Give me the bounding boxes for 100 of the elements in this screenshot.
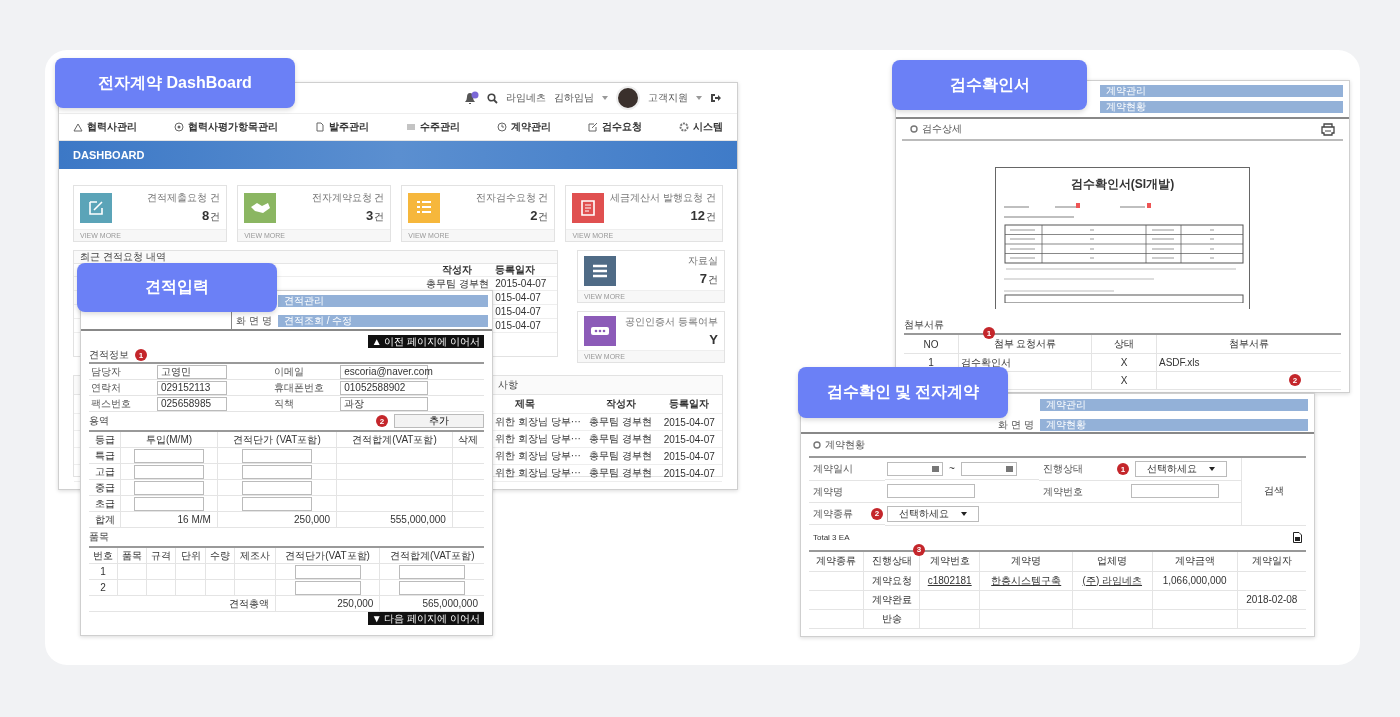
column-header: 첨부서류 xyxy=(1156,335,1341,354)
caption-label: 견적입력 xyxy=(77,263,277,312)
input-field[interactable] xyxy=(134,448,204,463)
table-cell: 계약완료 xyxy=(871,593,912,605)
column-header: 작성자 xyxy=(441,263,474,277)
calendar-icon[interactable] xyxy=(1005,465,1013,472)
status-cell: X xyxy=(1120,375,1128,386)
input-field[interactable]: 029152113 xyxy=(157,380,227,395)
status-select[interactable]: 선택하세요 xyxy=(1135,461,1227,477)
next-page-button[interactable]: ▼ 다음 페이지에 이어서 xyxy=(367,612,484,625)
input-field[interactable] xyxy=(399,580,466,595)
date-field[interactable] xyxy=(960,461,1017,476)
status-cell: X xyxy=(1120,357,1128,368)
input-field[interactable] xyxy=(242,480,313,495)
input-field[interactable] xyxy=(1131,484,1219,498)
nav-item[interactable]: 협력사관리 xyxy=(73,120,137,134)
file-link[interactable]: ASDF.xls xyxy=(1159,357,1200,368)
stat-count: 2건 xyxy=(530,208,549,224)
vendor-link[interactable]: (주) 라임네츠 xyxy=(1082,574,1143,586)
column-header: 계약금액 xyxy=(1152,550,1238,571)
column-header: 작성자 xyxy=(604,397,637,411)
input-field[interactable]: 01052588902 xyxy=(340,380,429,395)
stat-title: 전자검수요청 건 xyxy=(475,191,549,205)
logout-icon[interactable] xyxy=(710,93,721,103)
step-badge: 2 xyxy=(1289,374,1301,386)
input-field[interactable]: 025658985 xyxy=(157,396,227,411)
table-cell-text: 2015-04-07 xyxy=(662,467,716,479)
column-header: 견적단가 (VAT포함) xyxy=(217,432,337,448)
section-title: 견적정보 xyxy=(89,348,129,362)
menu-bar: 계약관리 xyxy=(1040,399,1308,411)
settings-icon xyxy=(679,122,689,132)
avatar-icon[interactable] xyxy=(616,86,640,110)
type-select[interactable]: 선택하세요 xyxy=(887,505,979,522)
input-field[interactable] xyxy=(294,580,361,595)
table-cell: 16 M/M xyxy=(120,511,218,528)
bell-icon[interactable] xyxy=(463,91,479,105)
contract-name-link[interactable]: 한층시스템구축 xyxy=(991,574,1062,586)
input-field[interactable] xyxy=(242,496,313,511)
input-field[interactable] xyxy=(294,564,361,579)
caption-label: 검수확인 및 전자계약 xyxy=(798,367,1008,418)
column-header: 견적합계(VAT포함) xyxy=(336,432,453,448)
caret-icon[interactable] xyxy=(602,96,608,100)
nav-item[interactable]: 시스템 xyxy=(679,120,723,134)
previous-page-button[interactable]: ▲ 이전 페이지에 이어서 xyxy=(367,335,484,348)
table-cell: 1,066,000,000 xyxy=(1162,575,1227,586)
calendar-icon[interactable] xyxy=(932,465,939,472)
column-header: 업체명 xyxy=(1072,550,1153,571)
table-cell: 초급 xyxy=(89,495,121,512)
document-icon xyxy=(315,122,325,132)
input-field[interactable] xyxy=(134,496,204,511)
field-label: 팩스번호 xyxy=(89,395,155,412)
section-title: 첨부서류 xyxy=(904,318,944,332)
column-header: 계약일자 xyxy=(1237,550,1306,571)
input-field[interactable] xyxy=(399,564,466,579)
table-cell-text: 2015-04-07 xyxy=(662,433,716,445)
input-field[interactable] xyxy=(134,464,204,479)
excel-download-icon[interactable] xyxy=(1293,532,1302,543)
table-cell: 특급 xyxy=(89,447,121,464)
printer-icon[interactable] xyxy=(1321,122,1335,136)
step-badge: 1 xyxy=(983,327,995,339)
user-name[interactable]: 김하임님 xyxy=(554,91,594,105)
input-field[interactable] xyxy=(242,448,313,463)
input-field[interactable] xyxy=(134,480,204,495)
nav-item[interactable]: 수주관리 xyxy=(406,120,460,134)
stat-title: 세금계산서 발행요청 건 xyxy=(610,191,716,205)
table-cell: 견적총액 xyxy=(89,595,276,612)
add-button[interactable]: 추가 xyxy=(394,414,484,428)
input-field[interactable] xyxy=(887,484,975,499)
column-header: NO xyxy=(904,335,959,354)
input-field[interactable]: 과장 xyxy=(340,396,429,411)
column-header: 수량 xyxy=(205,548,235,564)
table-cell-text: 015-04-07 xyxy=(494,306,542,317)
table-cell-text: 총무팀 경부현 xyxy=(588,466,654,480)
column-header: 투입(M/M) xyxy=(120,432,218,448)
column-header: 번호 xyxy=(89,548,118,564)
nav-item[interactable]: 계약관리 xyxy=(497,120,551,134)
input-field[interactable] xyxy=(242,464,313,479)
total-count: Total 3 EA xyxy=(813,533,850,542)
stat-count: 3건 xyxy=(366,208,385,224)
column-header: 규격 xyxy=(146,548,176,564)
table-cell: 2018-02-08 xyxy=(1246,594,1298,605)
input-field[interactable]: 고영민 xyxy=(157,364,227,379)
nav-item[interactable]: 협력사평가항목관리 xyxy=(174,120,278,134)
table-cell: 고급 xyxy=(89,463,121,480)
contract-number-link[interactable]: c1802181 xyxy=(927,575,972,586)
search-icon[interactable] xyxy=(487,92,498,104)
stat-title: 전자계약요청 건 xyxy=(311,191,385,205)
caption-label: 전자계약 DashBoard xyxy=(55,58,295,108)
table-cell: 1 xyxy=(89,563,118,580)
nav-item[interactable]: 발주관리 xyxy=(315,120,369,134)
search-button[interactable]: 검색 xyxy=(1264,485,1284,497)
support-menu[interactable]: 고객지원 xyxy=(648,91,688,105)
field-label: 계약명 xyxy=(809,480,885,503)
column-header: 계약명 xyxy=(979,550,1073,571)
field-label: 진행상태 xyxy=(1039,457,1115,481)
nav-item[interactable]: 검수요청 xyxy=(588,120,642,134)
field-label: 휴대폰번호 xyxy=(272,379,339,396)
date-field[interactable] xyxy=(887,461,943,476)
table-cell: 위한 회장님 당부··· xyxy=(495,467,581,478)
caret-icon[interactable] xyxy=(696,96,702,100)
